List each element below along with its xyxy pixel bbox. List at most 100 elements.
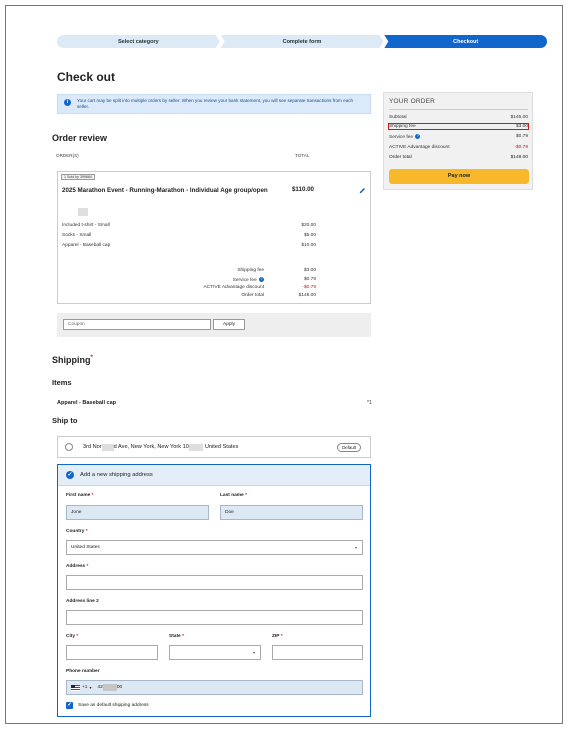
city-field[interactable] (66, 645, 158, 660)
chevron-down-icon: ▾ (252, 650, 255, 655)
row-value: $145.00 (510, 115, 528, 120)
label-text: Country (66, 529, 85, 534)
saved-address-text: 3rd Nor d Ave, New York, New York 10 Uni… (83, 443, 239, 451)
shipping-item-name: Apparel - Baseball cap (57, 400, 116, 406)
apply-coupon-button[interactable]: Apply (213, 319, 245, 330)
your-order-row-subtotal: Subtotal $145.00 (389, 115, 528, 120)
address-part: 3rd Nor (83, 444, 102, 450)
summary-row-shipping: Shipping fee $3.00 (148, 268, 316, 273)
summary-value: $0.79 (303, 277, 316, 282)
address-part: United States (204, 444, 239, 450)
item-name: Apparel - Baseball cap (62, 243, 111, 248)
row-label: Subtotal (389, 115, 407, 120)
save-default-label: Save as default shipping address (78, 703, 149, 708)
address-line2-label: Address line 2 (66, 599, 99, 604)
event-price: $110.00 (291, 186, 314, 193)
label-text: First name (66, 493, 91, 498)
zip-field[interactable] (272, 645, 363, 660)
shipping-title: Shipping* (52, 355, 93, 365)
seller-tag: 1 Sold by 399664 (61, 174, 95, 180)
redacted-area (78, 208, 88, 216)
coupon-section: Coupon Apply (57, 313, 371, 337)
help-icon[interactable]: ? (415, 134, 421, 139)
step-label: Checkout (453, 38, 479, 45)
coupon-input[interactable]: Coupon (63, 319, 211, 330)
default-badge: Default (337, 443, 361, 452)
your-order-title: YOUR ORDER (389, 98, 436, 105)
new-address-option[interactable]: ✓ Add a new shipping address (58, 465, 370, 486)
pay-now-button[interactable]: Pay now (389, 169, 529, 184)
your-order-row-service: Service fee ? $0.79 (389, 134, 528, 140)
order-review-title: Order review (52, 133, 108, 143)
step-select-category[interactable]: Select category (57, 35, 220, 48)
help-icon[interactable]: ? (259, 277, 264, 282)
step-label: Select category (118, 38, 159, 45)
list-item: Apparel - Baseball cap $10.00 (62, 243, 316, 248)
label-text: Last name (220, 493, 244, 498)
address-radio[interactable] (65, 443, 73, 451)
address-label: Address * (66, 564, 88, 569)
summary-label-wrap: Service fee ? (148, 277, 268, 283)
redacted-area (102, 684, 117, 691)
divider (389, 109, 528, 110)
page-frame: Select category Complete form Checkout C… (5, 5, 563, 724)
shipping-item-qty: *1 (367, 400, 372, 406)
chevron-down-icon: ▾ (354, 545, 357, 550)
pencil-icon[interactable] (359, 187, 366, 194)
items-heading: Items (52, 378, 72, 387)
redacted-area (101, 443, 114, 451)
summary-label: ACTIVE Advantage discount (203, 285, 264, 290)
list-item: Socks - Small $5.00 (62, 233, 316, 238)
orders-column-header: ORDER(S) (56, 153, 79, 158)
address-part: d Ave, New York, New York 10 (113, 444, 189, 450)
summary-label: Service fee (232, 277, 257, 283)
total-column-header: TOTAL (295, 153, 310, 158)
item-price: $10.00 (301, 243, 316, 248)
state-label: State * (169, 634, 184, 639)
first-name-field[interactable]: Jone (66, 505, 209, 520)
save-default-option[interactable]: ✓ Save as default shipping address (66, 702, 149, 709)
phone-number-part: 00 (116, 685, 123, 690)
summary-label: Order total (241, 293, 264, 298)
summary-row-service: Service fee ? $0.79 (148, 277, 316, 283)
us-flag-icon (71, 684, 80, 691)
required-mark: * (85, 529, 88, 534)
label-text: Address (66, 564, 86, 569)
required-mark: * (86, 564, 89, 569)
address-line2-field[interactable] (66, 610, 363, 625)
city-label: City * (66, 634, 78, 639)
required-mark: * (91, 493, 94, 498)
saved-address-card[interactable]: 3rd Nor d Ave, New York, New York 10 Uni… (57, 436, 371, 458)
info-banner-text: Your cart may be split into multiple ord… (77, 98, 354, 109)
country-select[interactable]: United States ▾ (66, 540, 363, 555)
summary-value: $148.00 (298, 293, 316, 298)
label-text: ZIP (272, 634, 280, 639)
summary-row-total: Order total $148.00 (148, 293, 316, 298)
required-mark: * (245, 493, 247, 498)
step-checkout[interactable]: Checkout (384, 35, 548, 48)
your-order-row-shipping: Shipping fee $3.00 (388, 123, 529, 130)
state-select[interactable]: ▾ (169, 645, 261, 660)
summary-value: -$0.79 (302, 285, 316, 290)
step-complete-form[interactable]: Complete form (221, 35, 384, 48)
address-field[interactable] (66, 575, 363, 590)
step-label: Complete form (282, 38, 322, 45)
redacted-area (188, 443, 203, 451)
phone-field[interactable]: +1 ▾ 42 00 (66, 680, 363, 695)
checkout-progress: Select category Complete form Checkout (57, 35, 548, 48)
info-icon: i (64, 99, 71, 106)
list-item: Included t-shirt - Small $20.00 (62, 223, 316, 228)
save-default-checkbox[interactable]: ✓ (66, 702, 73, 709)
row-value: $0.79 (515, 134, 528, 139)
your-order-row-discount: ACTIVE Advantage discount -$0.79 (389, 145, 528, 150)
summary-row-discount: ACTIVE Advantage discount -$0.79 (148, 285, 316, 290)
required-mark: * (182, 634, 184, 639)
row-value: $148.00 (510, 155, 528, 160)
last-name-field[interactable]: Doe (220, 505, 363, 520)
your-order-panel: YOUR ORDER Subtotal $145.00 Shipping fee… (383, 92, 533, 190)
phone-country-code[interactable]: +1 (82, 681, 87, 694)
country-label: Country * (66, 529, 88, 534)
item-price: $5.00 (303, 233, 316, 238)
check-circle-icon[interactable]: ✓ (66, 471, 74, 479)
chevron-down-icon: ▾ (89, 685, 92, 690)
